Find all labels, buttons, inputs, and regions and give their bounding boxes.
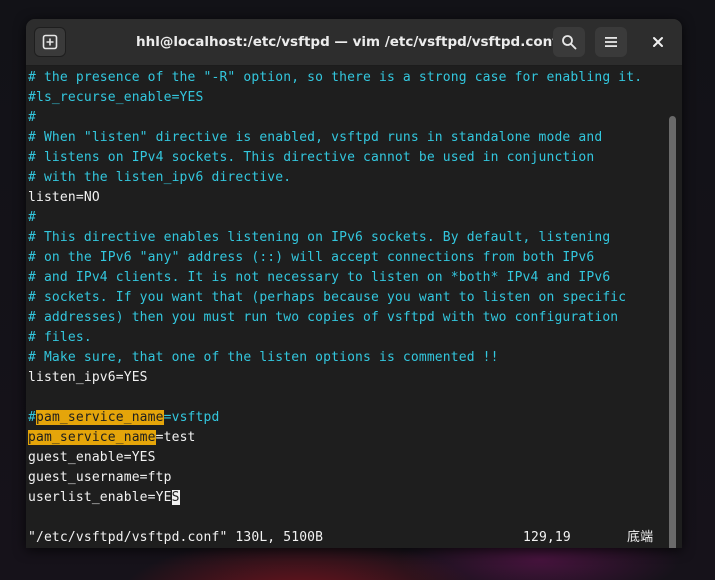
editor-line: # with the listen_ipv6 directive. xyxy=(28,170,292,185)
status-scroll-position: 底端 xyxy=(627,530,654,545)
editor-line-cursor: userlist_enable=YES xyxy=(28,488,180,508)
editor-line: guest_username=ftp xyxy=(28,470,172,485)
line-text: userlist_enable=YE xyxy=(28,490,172,505)
editor-line: # and IPv4 clients. It is not necessary … xyxy=(28,270,611,285)
editor-line: # listens on IPv4 sockets. This directiv… xyxy=(28,150,595,165)
editor-line: # on the IPv6 "any" address (::) will ac… xyxy=(28,250,595,265)
terminal-window: hhl@localhost:/etc/vsftpd — vim /etc/vsf… xyxy=(26,19,682,548)
search-icon xyxy=(562,35,577,50)
editor-line: # sockets. If you want that (perhaps bec… xyxy=(28,290,627,305)
line-rest: =vsftpd xyxy=(163,410,220,425)
line-rest: =test xyxy=(155,430,196,445)
terminal-content[interactable]: # the presence of the "-R" option, so th… xyxy=(26,66,682,548)
editor-line: listen=NO xyxy=(28,190,100,205)
status-cursor-position: 129,19 xyxy=(523,530,571,545)
close-button[interactable] xyxy=(642,27,674,57)
comment-hash: # xyxy=(28,410,36,425)
editor-line: # the presence of the "-R" option, so th… xyxy=(28,70,643,85)
editor-line-pam-comment: #pam_service_name=vsftpd xyxy=(28,408,219,428)
editor-line-pam: pam_service_name=test xyxy=(28,428,196,448)
editor-line: # xyxy=(28,210,36,225)
header-bar: hhl@localhost:/etc/vsftpd — vim /etc/vsf… xyxy=(26,19,682,66)
search-highlight: pam_service_name xyxy=(35,410,164,425)
editor-line: # Make sure, that one of the listen opti… xyxy=(28,350,499,365)
status-file-info: "/etc/vsftpd/vsftpd.conf" 130L, 5100B xyxy=(28,530,324,545)
search-highlight: pam_service_name xyxy=(28,430,156,445)
editor-line: # xyxy=(28,110,36,125)
editor-line: # files. xyxy=(28,330,92,345)
scrollbar[interactable] xyxy=(669,116,676,548)
editor-line: guest_enable=YES xyxy=(28,450,156,465)
editor-line: #ls_recurse_enable=YES xyxy=(28,90,204,105)
close-icon xyxy=(653,37,663,47)
search-button[interactable] xyxy=(553,27,585,57)
new-tab-button[interactable] xyxy=(34,27,66,57)
text-cursor: S xyxy=(171,490,180,505)
new-tab-icon xyxy=(42,34,58,50)
hamburger-menu-icon xyxy=(605,37,617,47)
menu-button[interactable] xyxy=(595,27,627,57)
editor-line: # addresses) then you must run two copie… xyxy=(28,310,619,325)
editor-line: # When "listen" directive is enabled, vs… xyxy=(28,130,603,145)
editor-line: listen_ipv6=YES xyxy=(28,370,148,385)
window-title: hhl@localhost:/etc/vsftpd — vim /etc/vsf… xyxy=(136,34,559,50)
editor-line: # This directive enables listening on IP… xyxy=(28,230,611,245)
